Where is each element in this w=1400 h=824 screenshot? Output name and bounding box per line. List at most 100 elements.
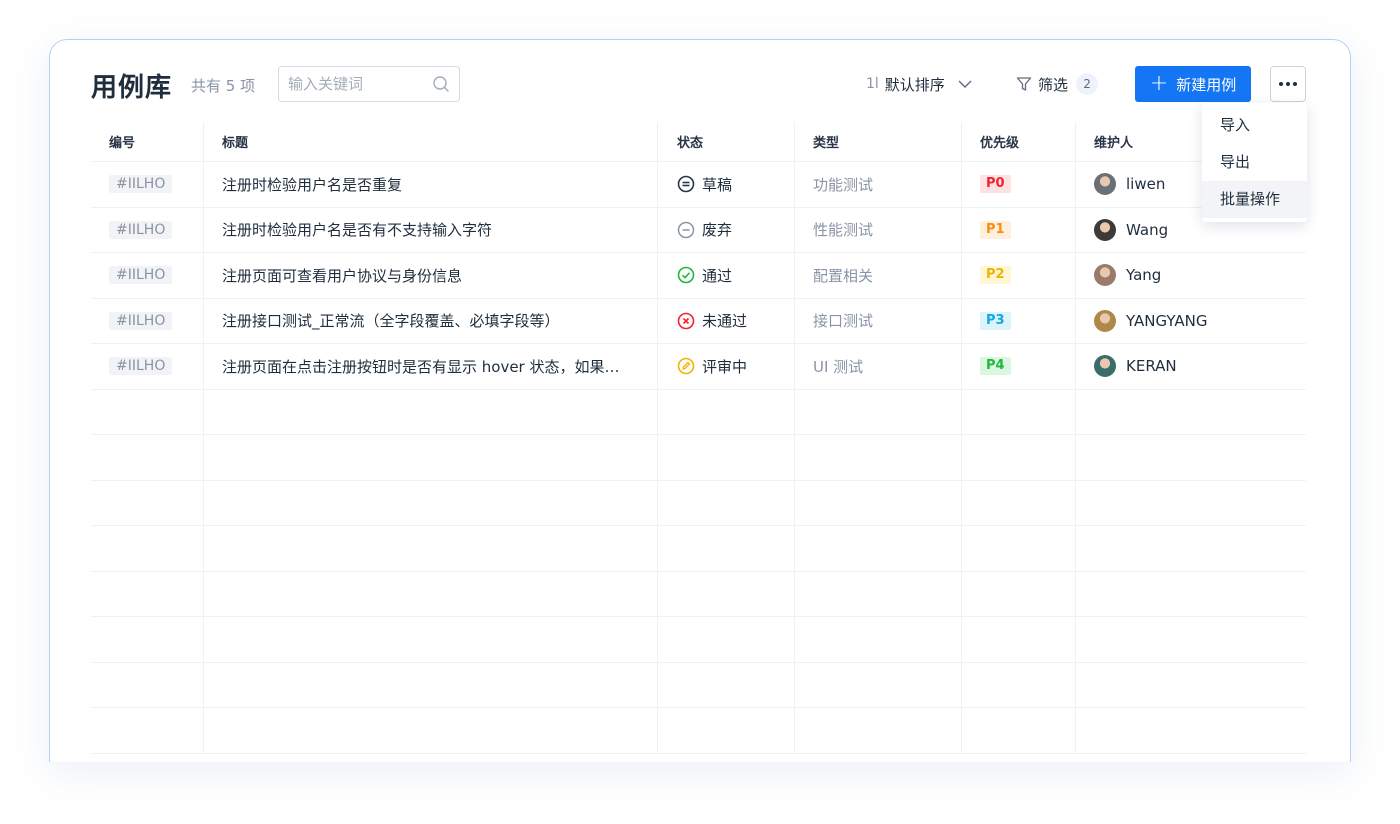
empty-cell — [1076, 663, 1306, 708]
case-status-cell: 通过 — [658, 253, 795, 298]
empty-cell — [1076, 481, 1306, 526]
column-header-priority[interactable]: 优先级 — [962, 122, 1076, 161]
case-title[interactable]: 注册时检验用户名是否重复 — [222, 174, 402, 195]
avatar — [1094, 309, 1116, 332]
case-priority-cell: P3 — [962, 298, 1076, 343]
empty-cell — [1076, 708, 1306, 753]
empty-cell — [658, 708, 795, 753]
empty-cell — [204, 480, 658, 525]
case-title[interactable]: 注册页面可查看用户协议与身份信息 — [222, 265, 462, 286]
column-header-title[interactable]: 标题 — [204, 122, 658, 161]
case-title-cell[interactable]: 注册时检验用户名是否重复 — [204, 162, 658, 207]
page-title: 用例库 — [91, 73, 173, 103]
case-status-cell: 评审中 — [658, 344, 795, 389]
status-label: 废弃 — [702, 221, 733, 240]
table-row[interactable]: #IILHO 注册接口测试_正常流（全字段覆盖、必填字段等） 未通过 接口测试 P3 YA… — [91, 298, 1306, 344]
type-label: 功能测试 — [813, 175, 874, 194]
empty-cell — [204, 617, 658, 662]
test-case-library-card: 用例库 共有 5 项 1l 默认排序 筛选 2 + 新建用例 — [49, 39, 1351, 762]
status-label: 草稿 — [702, 175, 733, 194]
avatar — [1094, 218, 1116, 241]
filter-button[interactable]: 筛选 2 — [1016, 73, 1099, 95]
case-id-cell: #IILHO — [91, 253, 204, 298]
case-title[interactable]: 注册时检验用户名是否有不支持输入字符 — [222, 219, 492, 240]
case-title-cell[interactable]: 注册页面在点击注册按钮时是否有显示 hover 状态，如果… — [204, 344, 658, 389]
column-header-status[interactable]: 状态 — [658, 122, 795, 161]
case-status-cell: 未通过 — [658, 298, 795, 343]
empty-cell — [795, 662, 962, 707]
case-priority-cell: P1 — [962, 207, 1076, 252]
empty-table-row — [91, 526, 1306, 572]
new-case-label: 新建用例 — [1176, 75, 1237, 94]
empty-cell — [91, 435, 204, 480]
empty-cell — [795, 526, 962, 571]
empty-cell — [962, 435, 1076, 480]
empty-table-row — [91, 662, 1306, 708]
column-header-type[interactable]: 类型 — [795, 122, 962, 161]
case-priority-cell: P2 — [962, 253, 1076, 298]
empty-cell — [204, 435, 658, 480]
case-title-cell[interactable]: 注册页面可查看用户协议与身份信息 — [204, 253, 658, 298]
case-title-cell[interactable]: 注册接口测试_正常流（全字段覆盖、必填字段等） — [204, 298, 658, 343]
case-title[interactable]: 注册页面在点击注册按钮时是否有显示 hover 状态，如果… — [222, 356, 620, 377]
priority-badge: P3 — [980, 311, 1011, 330]
maintainer-name: KERAN — [1126, 357, 1177, 376]
table-row[interactable]: #IILHO 注册时检验用户名是否有不支持输入字符 废弃 性能测试 P1 Wang — [91, 207, 1306, 253]
maintainer-name: Yang — [1126, 266, 1162, 285]
search-input[interactable] — [279, 67, 419, 101]
status-label: 未通过 — [702, 312, 748, 331]
maintainer-name: Wang — [1126, 220, 1169, 239]
empty-cell — [1076, 617, 1306, 662]
maintainer-name: YANGYANG — [1126, 311, 1208, 330]
case-type-cell: 接口测试 — [795, 298, 962, 343]
sort-icon: 1l — [866, 76, 879, 92]
failed-icon — [677, 312, 702, 330]
empty-cell — [658, 389, 795, 434]
table-row[interactable]: #IILHO 注册页面在点击注册按钮时是否有显示 hover 状态，如果… 评审中 U… — [91, 344, 1306, 390]
chevron-down-icon — [958, 80, 972, 88]
priority-badge: P4 — [980, 357, 1011, 376]
column-header-id[interactable]: 编号 — [91, 122, 204, 161]
case-maintainer-cell: Yang — [1076, 253, 1306, 298]
empty-cell — [204, 708, 658, 753]
avatar — [1094, 264, 1116, 287]
empty-cell — [91, 571, 204, 616]
menu-item-import[interactable]: 导入 — [1202, 107, 1307, 144]
more-dropdown-menu: 导入 导出 批量操作 — [1202, 103, 1307, 222]
case-type-cell: 性能测试 — [795, 207, 962, 252]
empty-cell — [658, 526, 795, 571]
case-id-tag: #IILHO — [109, 311, 173, 330]
sort-dropdown[interactable]: 1l 默认排序 — [866, 73, 973, 95]
case-id-cell: #IILHO — [91, 298, 204, 343]
table-row[interactable]: #IILHO 注册页面可查看用户协议与身份信息 通过 配置相关 P2 Yang — [91, 253, 1306, 299]
search-icon — [433, 76, 449, 92]
case-priority-cell: P0 — [962, 162, 1076, 207]
menu-item-batch-operation[interactable]: 批量操作 — [1202, 181, 1307, 218]
search-box[interactable] — [278, 66, 460, 102]
table-row[interactable]: #IILHO 注册时检验用户名是否重复 草稿 功能测试 P0 liwen — [91, 162, 1306, 208]
case-table: 编号 标题 状态 类型 优先级 维护人 #IILHO 注册时检验用户名是否重复 草稿… — [91, 122, 1306, 754]
empty-cell — [658, 571, 795, 616]
empty-cell — [795, 708, 962, 753]
empty-cell — [204, 389, 658, 434]
empty-cell — [204, 571, 658, 616]
more-button[interactable] — [1270, 66, 1306, 102]
priority-badge: P2 — [980, 266, 1011, 285]
empty-cell — [962, 617, 1076, 662]
type-label: 性能测试 — [813, 221, 874, 240]
case-type-cell: UI 测试 — [795, 344, 962, 389]
avatar — [1094, 173, 1116, 196]
empty-table-row — [91, 480, 1306, 526]
reviewing-icon — [677, 357, 702, 375]
empty-cell — [1076, 435, 1306, 480]
menu-item-export[interactable]: 导出 — [1202, 144, 1307, 181]
new-case-button[interactable]: + 新建用例 — [1135, 66, 1251, 102]
filter-icon — [1016, 77, 1032, 91]
case-status-cell: 草稿 — [658, 162, 795, 207]
case-title[interactable]: 注册接口测试_正常流（全字段覆盖、必填字段等） — [222, 310, 560, 331]
case-title-cell[interactable]: 注册时检验用户名是否有不支持输入字符 — [204, 207, 658, 252]
empty-cell — [962, 571, 1076, 616]
case-id-cell: #IILHO — [91, 162, 204, 207]
empty-cell — [962, 480, 1076, 525]
empty-cell — [91, 480, 204, 525]
